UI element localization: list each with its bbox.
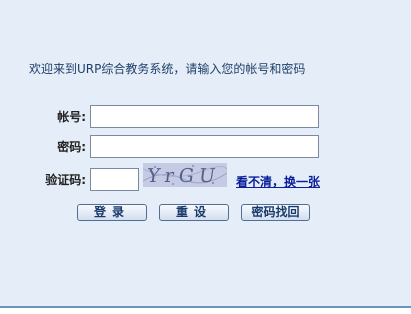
captcha-image[interactable]: YrGU	[143, 163, 227, 187]
password-input[interactable]	[90, 135, 319, 158]
recover-password-button[interactable]: 密码找回	[241, 204, 310, 221]
captcha-input[interactable]	[90, 168, 139, 191]
captcha-label: 验证码:	[45, 173, 86, 187]
account-input[interactable]	[90, 105, 319, 128]
refresh-captcha-link[interactable]: 看不清，换一张	[236, 173, 320, 190]
password-label: 密码:	[57, 140, 86, 154]
reset-button[interactable]: 重设	[159, 204, 229, 221]
login-button[interactable]: 登录	[77, 204, 147, 221]
page-bottom-strip	[0, 308, 411, 314]
welcome-message: 欢迎来到URP综合教务系统，请输入您的帐号和密码	[29, 62, 306, 76]
captcha-text: YrGU	[145, 164, 222, 187]
account-label: 帐号:	[57, 110, 86, 124]
